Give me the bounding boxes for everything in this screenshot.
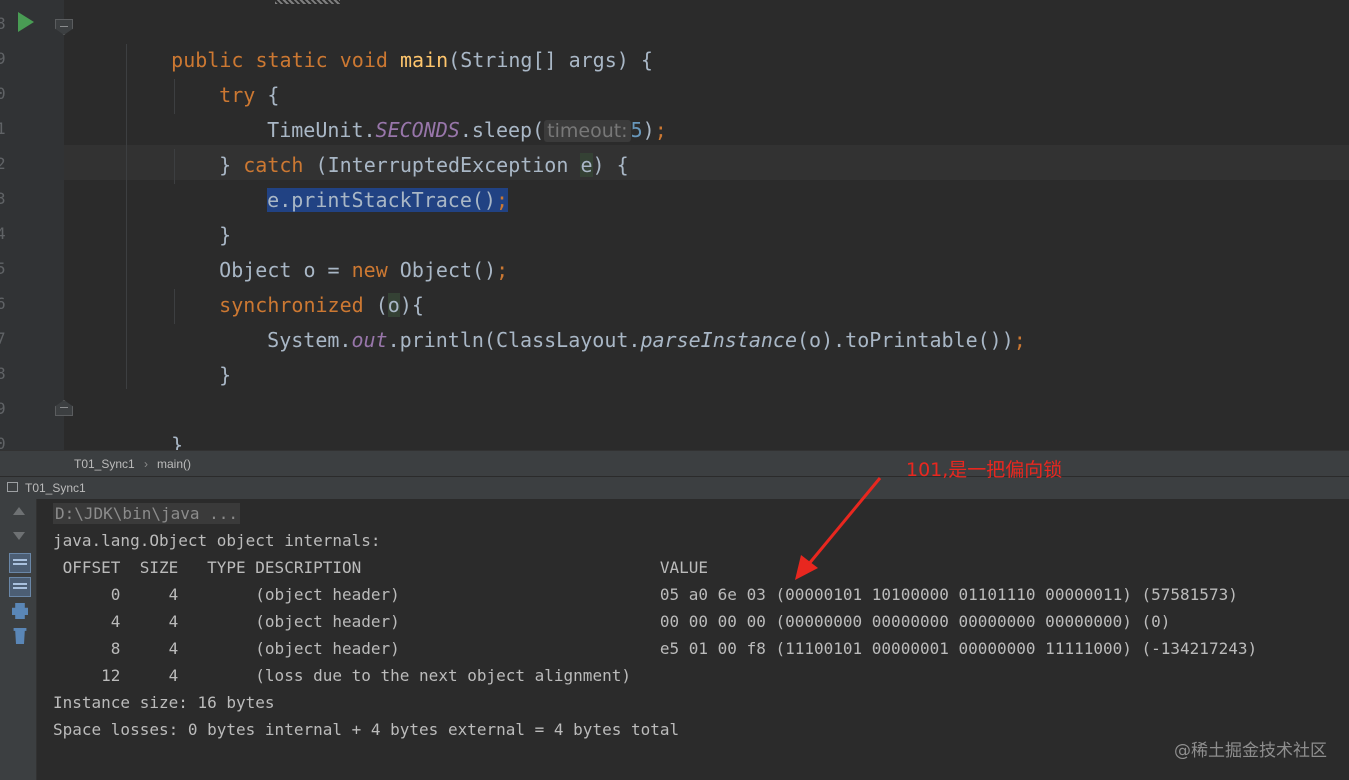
- annotation-arrow: [795, 477, 882, 580]
- watermark: @稀土掘金技术社区: [1174, 741, 1327, 761]
- arrow-shaft: [806, 477, 882, 566]
